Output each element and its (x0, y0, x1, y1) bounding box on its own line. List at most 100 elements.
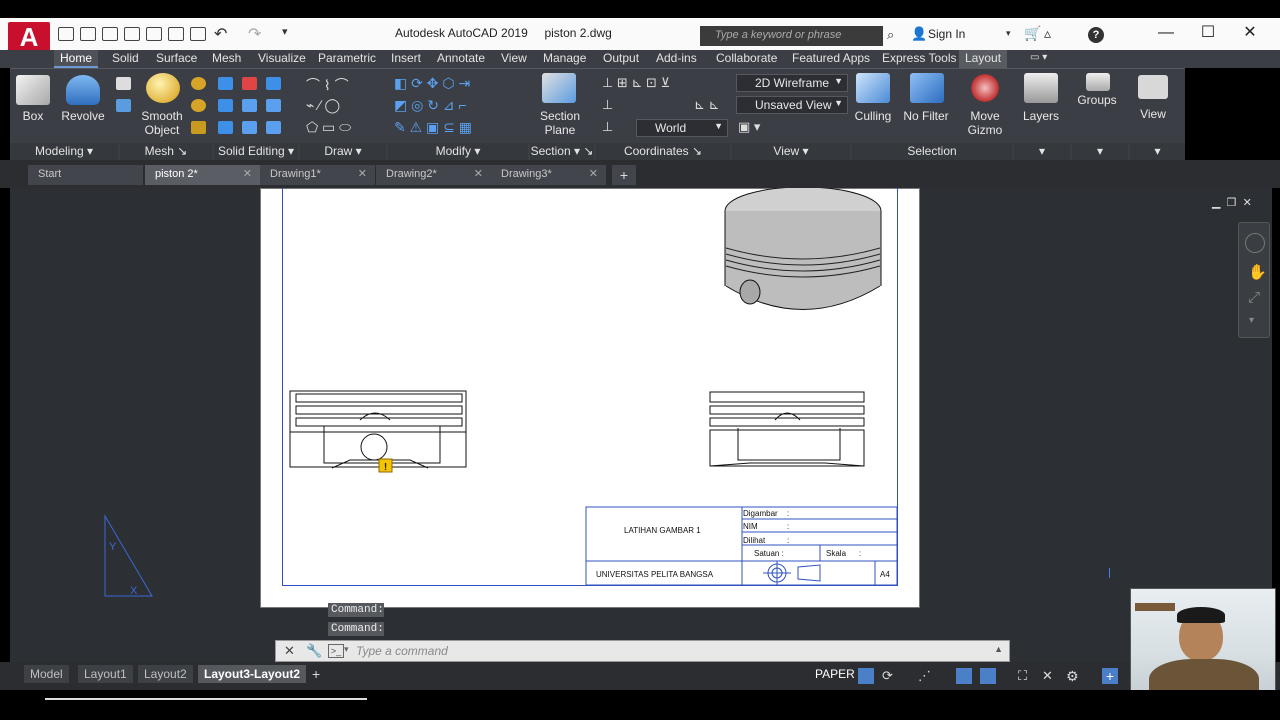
close-icon[interactable]: ✕ (474, 165, 483, 183)
add-layout-button[interactable]: + (312, 666, 320, 682)
tab-express-tools[interactable]: Express Tools (876, 50, 962, 68)
culling-button[interactable]: Culling (848, 109, 898, 123)
check-icon[interactable] (266, 121, 281, 134)
groups-button[interactable]: Groups (1072, 93, 1122, 107)
doc-tab-piston-2[interactable]: piston 2* ✕ (145, 165, 260, 185)
pan-hand-icon[interactable]: ✋ (1248, 263, 1267, 281)
customization-icon[interactable]: + (1102, 668, 1118, 684)
undo-icon[interactable]: ↶ (214, 24, 227, 44)
extrude-icon[interactable] (116, 77, 131, 90)
navbar-options-icon[interactable]: ▾ (1249, 315, 1254, 326)
piston-3d-view[interactable] (724, 188, 882, 310)
doc-tab-start[interactable]: Start (28, 165, 143, 185)
polygon-icon[interactable]: ⬠ ▭ ⬭ (306, 119, 351, 136)
a360-icon[interactable]: ▵ (1044, 25, 1051, 42)
layout-tab-model[interactable]: Model (24, 665, 69, 683)
new-file-icon[interactable] (58, 27, 74, 41)
visual-style-select[interactable]: 2D Wireframe ▼ (736, 74, 848, 92)
tab-featured-apps[interactable]: Featured Apps (786, 50, 876, 68)
tab-mesh[interactable]: Mesh (206, 50, 247, 68)
binoculars-icon[interactable]: ⌕ (887, 27, 894, 43)
revolve-button[interactable]: Revolve (58, 109, 108, 123)
ucs-select[interactable]: World ▼ (636, 119, 728, 137)
presspull-icon[interactable] (116, 99, 131, 112)
open-file-icon[interactable] (80, 27, 96, 41)
save-icon[interactable] (102, 27, 118, 41)
tab-output[interactable]: Output (597, 50, 645, 68)
ribbon-minimize-icon[interactable]: ▭ ▾ (1024, 50, 1053, 68)
tab-surface[interactable]: Surface (150, 50, 203, 68)
drawing-geometry[interactable]: ! (260, 188, 920, 608)
move-gizmo-icon[interactable] (968, 73, 1002, 103)
section-plane-icon[interactable] (542, 73, 576, 103)
object-snap-icon[interactable] (980, 668, 996, 684)
close-button[interactable]: ✕ (1240, 23, 1260, 43)
extract-edges-icon[interactable] (266, 99, 281, 112)
isodraft-icon[interactable]: ⋰ (918, 668, 934, 684)
panel-solid-editing[interactable]: Solid Editing ▾ (214, 143, 298, 161)
modify-tools-row2-icon[interactable]: ◩ ◎ ↻ ⊿ ⌐ (394, 97, 467, 114)
annotation-scale-icon[interactable]: ⛶ (1018, 668, 1034, 684)
snap-mode-icon[interactable] (858, 668, 874, 684)
maximize-button[interactable]: ☐ (1198, 23, 1218, 43)
tab-layout[interactable]: Layout (959, 50, 1008, 68)
viewport-config-icon[interactable]: ▣ ▾ (738, 119, 760, 135)
culling-icon[interactable] (856, 73, 890, 103)
redo-icon[interactable]: ↷ (248, 24, 261, 44)
tab-parametric[interactable]: Parametric (312, 50, 382, 68)
workspace-icon[interactable]: ✕ (1042, 668, 1058, 684)
panel-mesh[interactable]: Mesh ↘ (120, 143, 212, 161)
move-gizmo-button[interactable]: Move Gizmo (960, 109, 1010, 137)
intersect-icon[interactable] (266, 77, 281, 90)
groups-icon[interactable] (1086, 73, 1110, 91)
mesh-refine-icon[interactable] (191, 121, 206, 134)
ucs-icons-row2[interactable]: ⊥ (602, 97, 613, 113)
customize-quick-access-icon[interactable]: ▾ (282, 25, 288, 38)
panel-modify[interactable]: Modify ▾ (388, 143, 528, 161)
revolve-icon[interactable] (66, 75, 100, 105)
named-view-select[interactable]: Unsaved View ▼ (736, 96, 848, 114)
doc-tab-drawing1[interactable]: Drawing1* ✕ (260, 165, 375, 185)
close-icon[interactable]: ✕ (358, 165, 367, 183)
save-web-icon[interactable] (168, 27, 184, 41)
piston-front-view[interactable] (289, 390, 467, 469)
tab-visualize[interactable]: Visualize (252, 50, 312, 68)
modify-tools-row1-icon[interactable]: ◧ ⟳ ✥ ⬡ ⇥ (394, 75, 470, 92)
layout-tab-layout3-layout2[interactable]: Layout3-Layout2 (198, 665, 307, 683)
thicken-icon[interactable] (242, 99, 257, 112)
layout-tab-layout1[interactable]: Layout1 (78, 665, 133, 683)
shell-icon[interactable] (242, 121, 257, 134)
tab-collaborate[interactable]: Collaborate (710, 50, 783, 68)
viewport-minimize-icon[interactable]: ▁ (1212, 197, 1220, 209)
steering-wheel-icon[interactable] (1245, 233, 1265, 253)
polar-tracking-icon[interactable]: ⟳ (882, 668, 898, 684)
gear-icon[interactable]: ⚙ (1066, 668, 1082, 684)
ucs-icons-row2b[interactable]: ⊾ ⊾ (694, 97, 719, 113)
object-snap-tracking-icon[interactable] (956, 668, 972, 684)
minimize-button[interactable]: — (1156, 23, 1176, 43)
line-icon[interactable]: ⌒ ⌇ ⌒ (306, 75, 349, 95)
smooth-object-button[interactable]: Smooth Object (136, 109, 188, 137)
tab-home[interactable]: Home (54, 50, 99, 68)
no-filter-button[interactable]: No Filter (898, 109, 954, 123)
panel-modeling[interactable]: Modeling ▾ (10, 143, 118, 161)
no-filter-icon[interactable] (910, 73, 944, 103)
slice-icon[interactable] (218, 99, 233, 112)
cart-icon[interactable]: 🛒 (1024, 25, 1041, 42)
tab-manage[interactable]: Manage (537, 50, 592, 68)
tab-insert[interactable]: Insert (385, 50, 427, 68)
recent-commands-icon[interactable]: ▾ (344, 644, 349, 655)
new-tab-button[interactable]: + (612, 165, 636, 185)
tab-add-ins[interactable]: Add-ins (650, 50, 703, 68)
save-as-icon[interactable] (124, 27, 140, 41)
viewport-restore-icon[interactable]: ❐ (1227, 197, 1237, 209)
separate-icon[interactable] (218, 121, 233, 134)
tab-annotate[interactable]: Annotate (431, 50, 491, 68)
ucs-icons-row3[interactable]: ⊥ (602, 119, 613, 135)
video-progress-bar[interactable] (45, 698, 367, 700)
chevron-down-icon[interactable]: ▾ (1006, 28, 1011, 39)
viewport-close-icon[interactable]: ✕ (1243, 197, 1252, 209)
tab-view[interactable]: View (495, 50, 533, 68)
close-icon[interactable]: ✕ (589, 165, 598, 183)
union-icon[interactable] (218, 77, 233, 90)
